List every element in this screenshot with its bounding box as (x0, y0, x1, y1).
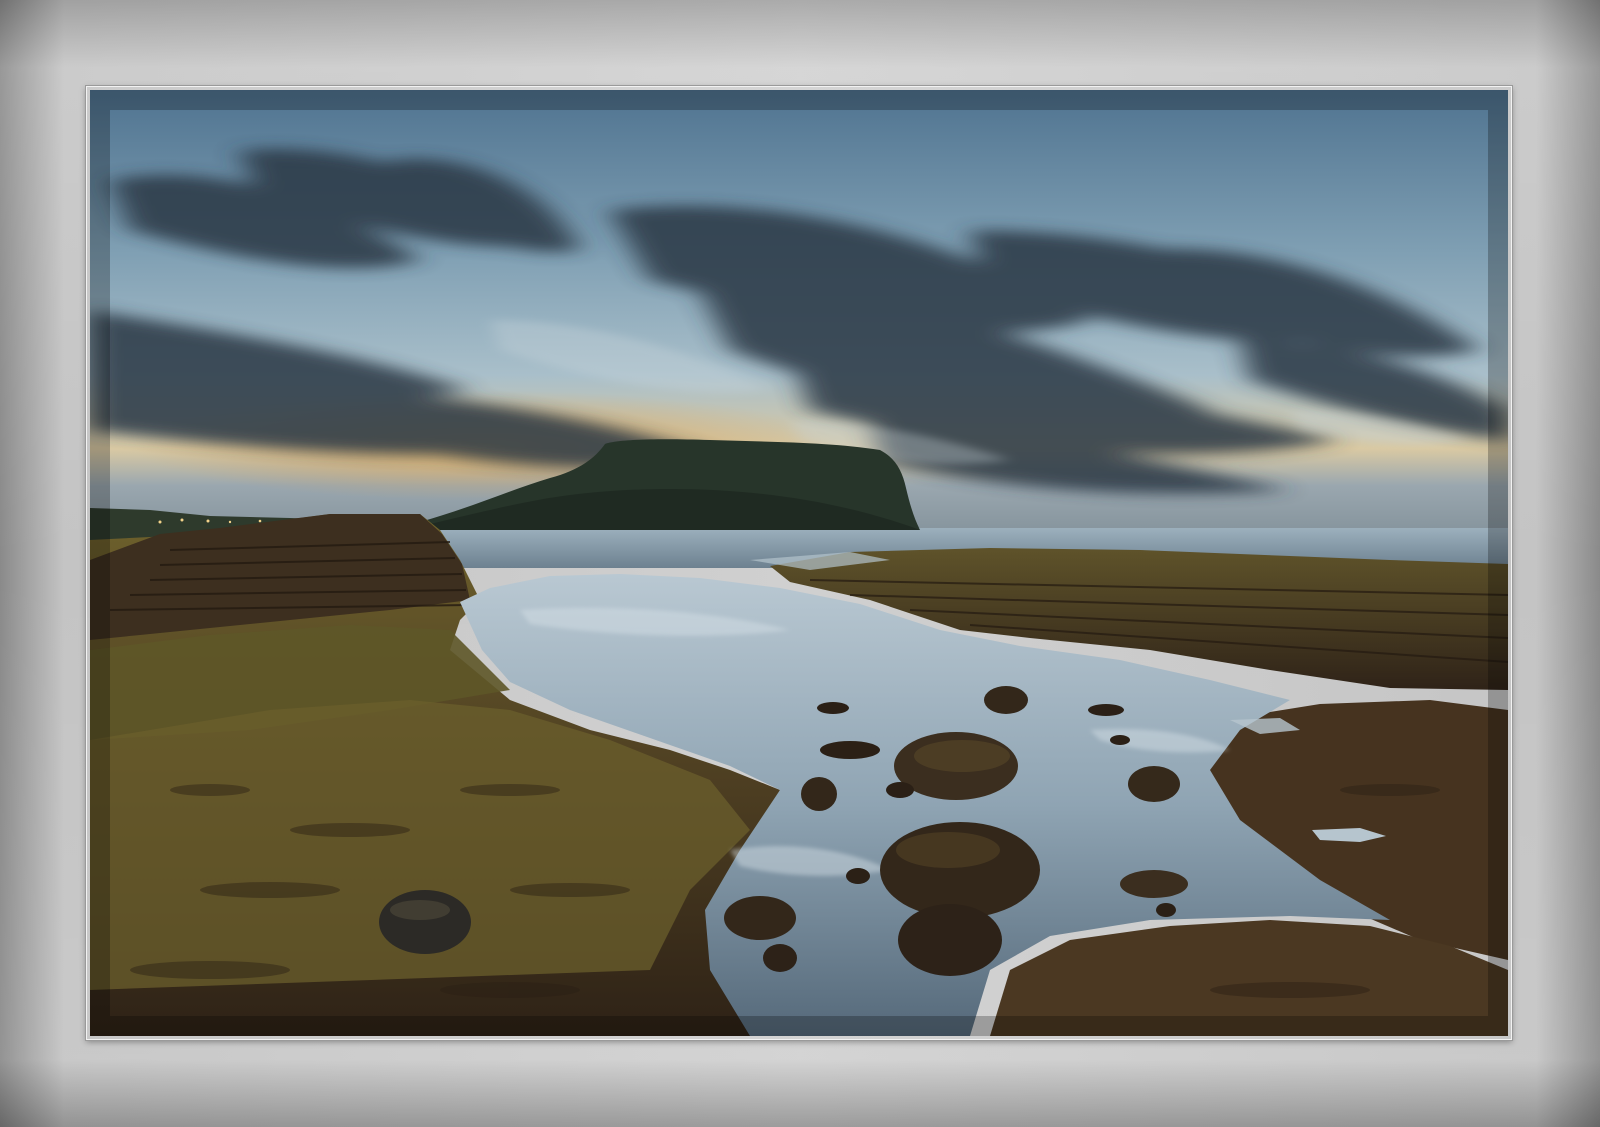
photo-illustration (90, 90, 1508, 1036)
landscape-photo (90, 90, 1508, 1036)
picture-frame (0, 0, 1600, 1127)
